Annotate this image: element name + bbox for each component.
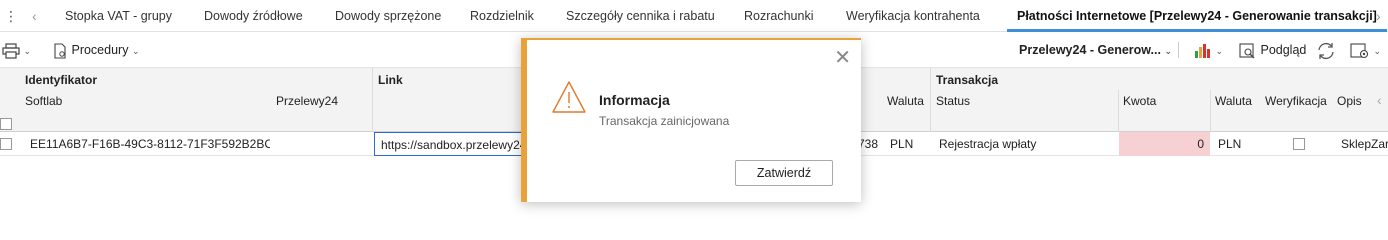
chevron-down-icon: ⌄ bbox=[23, 46, 32, 56]
refresh-icon bbox=[1318, 42, 1334, 59]
more-options-icon[interactable]: ⋮ bbox=[4, 0, 18, 32]
group-header-identyfikator: Identyfikator bbox=[25, 73, 98, 87]
columns-scroll-left-icon[interactable]: ‹ bbox=[1377, 92, 1382, 108]
cell-waluta-2[interactable]: PLN bbox=[1218, 132, 1258, 156]
cell-softlab[interactable]: EE11A6B7-F16B-49C3-8112-71F3F592B2BC bbox=[30, 132, 270, 156]
cell-przelewy24[interactable] bbox=[276, 132, 366, 156]
chevron-down-icon: ⌄ bbox=[1373, 46, 1382, 56]
col-header-przelewy24[interactable]: Przelewy24 bbox=[276, 94, 338, 108]
print-button[interactable]: ⌄ bbox=[2, 32, 31, 68]
procedury-button[interactable]: Procedury ⌄ bbox=[52, 32, 140, 68]
toolbar-divider bbox=[1178, 42, 1179, 58]
column-divider bbox=[372, 68, 373, 132]
view-select[interactable]: Przelewy24 - Generow... ⌄ bbox=[1019, 32, 1172, 68]
bar-chart-icon bbox=[1195, 43, 1210, 58]
tab-rozdzielnik[interactable]: Rozdzielnik bbox=[470, 0, 534, 32]
chart-button[interactable]: ⌄ bbox=[1194, 32, 1223, 68]
tab-szczegoly-cennika[interactable]: Szczegóły cennika i rabatu bbox=[566, 0, 715, 32]
warning-triangle-icon bbox=[552, 81, 586, 113]
tabs-scroll-right-icon[interactable]: › bbox=[1376, 0, 1381, 32]
printer-icon bbox=[2, 43, 20, 59]
col-header-kwota[interactable]: Kwota bbox=[1123, 94, 1156, 108]
settings-gear-icon bbox=[1350, 43, 1369, 58]
column-divider bbox=[1118, 90, 1119, 132]
col-header-status[interactable]: Status bbox=[936, 94, 970, 108]
cell-link[interactable]: https://sandbox.przelewy24 bbox=[374, 132, 534, 156]
column-divider bbox=[1210, 90, 1211, 132]
select-all-checkbox[interactable] bbox=[0, 118, 12, 130]
settings-button[interactable]: ⌄ bbox=[1350, 32, 1381, 68]
chevron-down-icon: ⌄ bbox=[1164, 46, 1172, 56]
col-header-opis[interactable]: Opis bbox=[1337, 94, 1362, 108]
cell-opis[interactable]: SklepZar bbox=[1341, 132, 1388, 156]
refresh-button[interactable] bbox=[1316, 32, 1336, 68]
cell-kwota[interactable]: 0 bbox=[1119, 132, 1210, 156]
group-header-link: Link bbox=[378, 73, 403, 87]
preview-icon bbox=[1239, 43, 1255, 59]
tab-bar: ⋮ ‹ Stopka VAT - grupy Dowody źródłowe D… bbox=[0, 0, 1388, 32]
col-header-waluta-2[interactable]: Waluta bbox=[1215, 94, 1252, 108]
tab-rozrachunki[interactable]: Rozrachunki bbox=[744, 0, 813, 32]
podglad-label: Podgląd bbox=[1260, 43, 1307, 57]
dialog-message: Transakcja zainicjowana bbox=[599, 114, 730, 128]
dialog-title: Informacja bbox=[599, 92, 670, 108]
tab-dowody-zrodlowe[interactable]: Dowody źródłowe bbox=[204, 0, 303, 32]
view-select-label: Przelewy24 - Generow... bbox=[1019, 43, 1161, 57]
tab-stopka-vat-grupy[interactable]: Stopka VAT - grupy bbox=[65, 0, 172, 32]
group-header-transakcja: Transakcja bbox=[936, 73, 999, 87]
cell-weryfikacja-checkbox[interactable] bbox=[1293, 138, 1305, 150]
chevron-down-icon: ⌄ bbox=[1215, 46, 1224, 56]
procedure-document-icon bbox=[54, 43, 66, 59]
col-header-waluta[interactable]: Waluta bbox=[887, 94, 924, 108]
column-divider bbox=[930, 68, 931, 132]
cell-waluta[interactable]: PLN bbox=[890, 132, 926, 156]
tab-weryfikacja-kontrahenta[interactable]: Weryfikacja kontrahenta bbox=[846, 0, 980, 32]
procedury-label: Procedury bbox=[71, 43, 129, 57]
tab-dowody-sprzezone[interactable]: Dowody sprzężone bbox=[335, 0, 441, 32]
confirm-button[interactable]: Zatwierdź bbox=[735, 160, 833, 186]
podglad-button[interactable]: Podgląd bbox=[1239, 32, 1306, 68]
cell-number-tail[interactable]: 738 bbox=[858, 132, 882, 156]
col-header-softlab[interactable]: Softlab bbox=[25, 94, 62, 108]
row-select-checkbox[interactable] bbox=[0, 138, 12, 150]
chevron-down-icon: ⌄ bbox=[131, 46, 140, 56]
cell-status[interactable]: Rejestracja wpłaty bbox=[939, 132, 1115, 156]
tabs-scroll-left-icon[interactable]: ‹ bbox=[32, 0, 37, 32]
col-header-weryfikacja[interactable]: Weryfikacja bbox=[1265, 94, 1327, 108]
information-dialog: ✕ Informacja Transakcja zainicjowana Zat… bbox=[521, 38, 861, 202]
close-icon[interactable]: ✕ bbox=[834, 48, 851, 68]
tab-platnosci-internetowe[interactable]: Płatności Internetowe [Przelewy24 - Gene… bbox=[1007, 0, 1387, 32]
